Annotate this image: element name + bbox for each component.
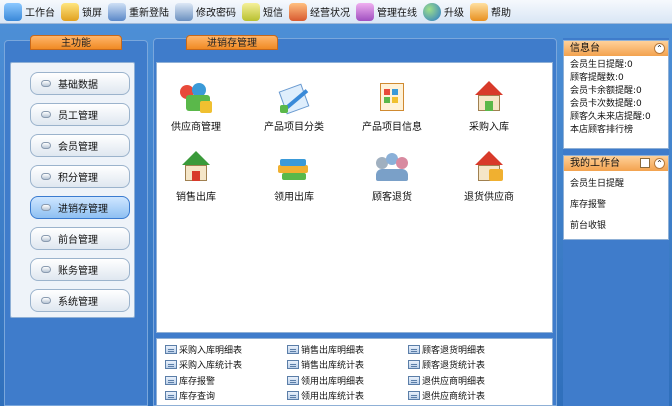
lock-icon <box>61 2 79 21</box>
info-panel-header: 信息台 ⌃ <box>564 41 668 56</box>
product-info-icon <box>374 81 410 115</box>
toolbar-item-upgrade[interactable]: 升级 <box>421 1 468 23</box>
requisition-outbound-icon <box>276 151 312 185</box>
toolbar-item-lock[interactable]: 锁屏 <box>59 1 106 23</box>
main-function-tab[interactable]: 主功能 <box>30 35 122 50</box>
business-status-icon <box>289 2 307 21</box>
return-supplier-icon <box>471 151 507 185</box>
sales-outbound[interactable]: 销售出库 <box>157 151 235 203</box>
info-customer-reminders[interactable]: 顾客提醒数:0 <box>564 72 668 85</box>
report-sales-outbound-stats[interactable]: 销售出库统计表 <box>287 358 364 371</box>
workbench-member-birthday[interactable]: 会员生日提醒 <box>564 174 668 195</box>
report-icon <box>165 360 177 369</box>
product-category-icon <box>276 81 312 115</box>
menu-member[interactable]: 会员管理 <box>30 134 130 157</box>
desk-icon <box>4 2 22 21</box>
edit-icon[interactable] <box>640 158 650 168</box>
manage-online-icon <box>356 2 374 21</box>
toolbar-item-sms[interactable]: 短信 <box>240 1 287 23</box>
bullet-icon <box>41 142 51 149</box>
bullet-icon <box>41 266 51 273</box>
customer-return-icon <box>374 151 410 185</box>
menu-inventory[interactable]: 进销存管理 <box>30 196 130 219</box>
report-customer-return-stats[interactable]: 顾客退货统计表 <box>408 358 485 371</box>
report-stock-alarm[interactable]: 库存报警 <box>165 374 215 387</box>
bullet-icon <box>41 80 51 87</box>
product-info[interactable]: 产品项目信息 <box>353 81 431 133</box>
report-icon <box>287 360 299 369</box>
report-icon <box>408 391 420 400</box>
collapse-icon[interactable]: ⌃ <box>654 43 665 54</box>
report-icon <box>165 345 177 354</box>
inventory-function-grid: 供应商管理 产品项目分类 产品项目信息 采购入库 销售出库 领用出库 顾客退货 … <box>156 62 553 333</box>
toolbar-item-password[interactable]: 修改密码 <box>173 1 240 23</box>
report-customer-return-detail[interactable]: 顾客退货明细表 <box>408 343 485 356</box>
report-requisition-stats[interactable]: 领用出库统计表 <box>287 389 364 402</box>
report-requisition-detail[interactable]: 领用出库明细表 <box>287 374 364 387</box>
report-stock-query[interactable]: 库存查询 <box>165 389 215 402</box>
sales-outbound-icon <box>178 151 214 185</box>
toolbar-item-help[interactable]: 帮助 <box>468 1 515 23</box>
report-icon <box>287 376 299 385</box>
password-icon <box>175 2 193 21</box>
menu-system[interactable]: 系统管理 <box>30 289 130 312</box>
purchase-inbound-icon <box>471 81 507 115</box>
info-panel: 信息台 ⌃ 会员生日提醒:0 顾客提醒数:0 会员卡余额提醒:0 会员卡次数提醒… <box>563 40 669 149</box>
bullet-icon <box>41 297 51 304</box>
report-icon <box>408 360 420 369</box>
report-icon <box>287 345 299 354</box>
purchase-inbound[interactable]: 采购入库 <box>450 81 528 133</box>
report-return-supplier-stats[interactable]: 退供应商统计表 <box>408 389 485 402</box>
info-card-times[interactable]: 会员卡次数提醒:0 <box>564 98 668 111</box>
info-customer-ranking[interactable]: 本店顾客排行榜 <box>564 124 668 137</box>
report-return-supplier-detail[interactable]: 退供应商明细表 <box>408 374 485 387</box>
relogin-icon <box>108 2 126 21</box>
main-menu: 基础数据 员工管理 会员管理 积分管理 进销存管理 前台管理 账务管理 系统管理 <box>10 62 135 318</box>
report-sales-outbound-detail[interactable]: 销售出库明细表 <box>287 343 364 356</box>
workbench-header: 我的工作台 ⌃ <box>564 156 668 171</box>
info-card-balance[interactable]: 会员卡余额提醒:0 <box>564 85 668 98</box>
report-icon <box>165 391 177 400</box>
inventory-tab[interactable]: 进销存管理 <box>186 35 278 50</box>
workbench-front-cashier[interactable]: 前台收银 <box>564 216 668 237</box>
top-toolbar: 工作台 锁屏 重新登陆 修改密码 短信 经营状况 管理在线 升级 帮助 <box>0 0 672 24</box>
report-icon <box>408 376 420 385</box>
bullet-icon <box>41 111 51 118</box>
report-icon <box>287 391 299 400</box>
collapse-icon[interactable]: ⌃ <box>654 158 665 169</box>
sms-icon <box>242 2 260 21</box>
product-category[interactable]: 产品项目分类 <box>255 81 333 133</box>
workbench-stock-alarm[interactable]: 库存报警 <box>564 195 668 216</box>
help-icon <box>470 2 488 21</box>
menu-staff[interactable]: 员工管理 <box>30 103 130 126</box>
toolbar-item-relogin[interactable]: 重新登陆 <box>106 1 173 23</box>
info-member-birthday[interactable]: 会员生日提醒:0 <box>564 59 668 72</box>
bullet-icon <box>41 204 51 211</box>
supplier-icon <box>178 81 214 115</box>
bullet-icon <box>41 235 51 242</box>
menu-points[interactable]: 积分管理 <box>30 165 130 188</box>
return-to-supplier[interactable]: 退货供应商 <box>450 151 528 203</box>
report-icon <box>165 376 177 385</box>
toolbar-item-business-status[interactable]: 经营状况 <box>287 1 354 23</box>
report-links: 采购入库明细表 销售出库明细表 顾客退货明细表 采购入库统计表 销售出库统计表 … <box>156 338 553 406</box>
menu-basic-data[interactable]: 基础数据 <box>30 72 130 95</box>
report-icon <box>408 345 420 354</box>
requisition-outbound[interactable]: 领用出库 <box>255 151 333 203</box>
customer-return[interactable]: 顾客退货 <box>353 151 431 203</box>
toolbar-item-desk[interactable]: 工作台 <box>2 1 59 23</box>
toolbar-item-manage-online[interactable]: 管理在线 <box>354 1 421 23</box>
supplier-management[interactable]: 供应商管理 <box>157 81 235 133</box>
menu-front-desk[interactable]: 前台管理 <box>30 227 130 250</box>
workbench-panel: 我的工作台 ⌃ 会员生日提醒 库存报警 前台收银 <box>563 155 669 240</box>
upgrade-globe-icon <box>423 2 441 21</box>
report-purchase-inbound-detail[interactable]: 采购入库明细表 <box>165 343 242 356</box>
menu-accounting[interactable]: 账务管理 <box>30 258 130 281</box>
info-long-absence[interactable]: 顾客久未来店提醒:0 <box>564 111 668 124</box>
report-purchase-inbound-stats[interactable]: 采购入库统计表 <box>165 358 242 371</box>
bullet-icon <box>41 173 51 180</box>
